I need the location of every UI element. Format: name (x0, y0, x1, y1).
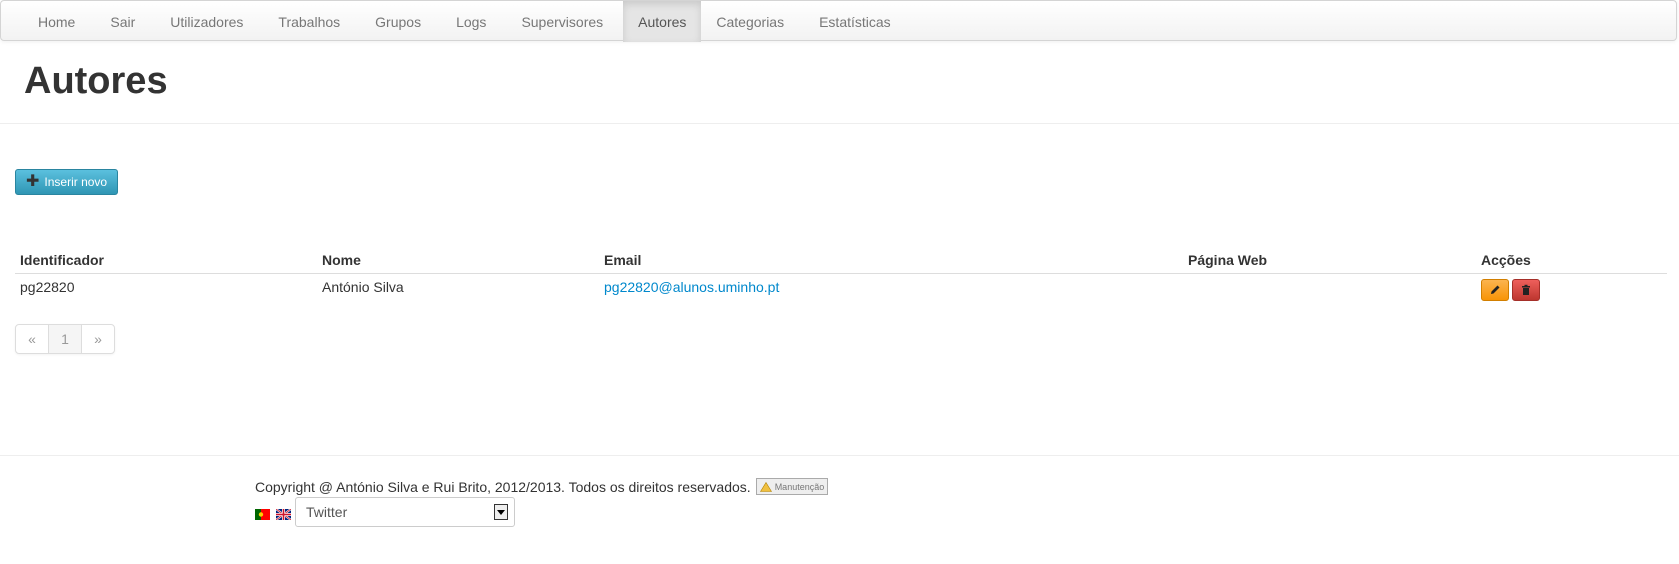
flag-uk-icon[interactable] (276, 509, 291, 520)
column-header-identificador: Identificador (15, 247, 317, 274)
nav-menu: Home Sair Utilizadores Trabalhos Grupos … (23, 1, 911, 42)
email-link[interactable]: pg22820@alunos.uminho.pt (604, 279, 779, 295)
chevron-down-icon[interactable] (494, 504, 508, 520)
page-title: Autores (24, 60, 168, 102)
cell-pagina-web (1183, 274, 1476, 307)
nav-item-autores[interactable]: Autores (623, 1, 702, 42)
nav-item-utilizadores[interactable]: Utilizadores (155, 1, 263, 42)
delete-button[interactable] (1512, 279, 1540, 301)
flag-pt-icon[interactable] (255, 509, 270, 520)
insert-new-label: Inserir novo (44, 175, 108, 189)
nav-item-home[interactable]: Home (23, 1, 95, 42)
column-header-pagina-web: Página Web (1183, 247, 1476, 274)
copyright-text: Copyright @ António Silva e Rui Brito, 2… (255, 478, 751, 495)
nav-item-trabalhos[interactable]: Trabalhos (263, 1, 360, 42)
maintenance-badge[interactable]: Manutenção (755, 478, 829, 495)
cell-email: pg22820@alunos.uminho.pt (599, 274, 1183, 307)
pagination-page-1[interactable]: 1 (49, 325, 82, 353)
nav-item-sair[interactable]: Sair (95, 1, 155, 42)
social-select-value: Twitter (306, 504, 348, 520)
nav-item-categorias[interactable]: Categorias (701, 1, 804, 42)
nav-item-grupos[interactable]: Grupos (360, 1, 441, 42)
pagination: « 1 » (15, 324, 115, 354)
nav-item-supervisores[interactable]: Supervisores (506, 1, 623, 42)
social-select[interactable]: Twitter (295, 497, 515, 527)
edit-button[interactable] (1481, 279, 1509, 301)
column-header-accoes: Acções (1476, 247, 1667, 274)
cell-accoes (1476, 274, 1667, 307)
footer-copyright: Copyright @ António Silva e Rui Brito, 2… (255, 478, 829, 495)
pencil-icon (1491, 285, 1500, 294)
table-header-row: Identificador Nome Email Página Web Acçõ… (15, 247, 1667, 274)
maintenance-label: Manutenção (774, 481, 825, 492)
nav-item-logs[interactable]: Logs (441, 1, 506, 42)
trash-icon (1522, 284, 1530, 295)
column-header-email: Email (599, 247, 1183, 274)
footer-divider (0, 455, 1679, 456)
column-header-nome: Nome (317, 247, 599, 274)
authors-table: Identificador Nome Email Página Web Acçõ… (15, 247, 1667, 306)
insert-new-button[interactable]: ✚ Inserir novo (15, 169, 118, 195)
cell-identificador: pg22820 (20, 279, 75, 295)
language-flags (255, 509, 291, 520)
pagination-prev[interactable]: « (16, 325, 49, 353)
nav-item-estatisticas[interactable]: Estatísticas (804, 1, 911, 42)
warning-icon (759, 481, 772, 492)
table-row: pg22820 António Silva pg22820@alunos.umi… (15, 274, 1667, 307)
header-divider (0, 123, 1679, 124)
plus-icon: ✚ (26, 173, 40, 190)
cell-nome: António Silva (322, 279, 404, 295)
top-navbar: Home Sair Utilizadores Trabalhos Grupos … (0, 0, 1677, 42)
pagination-next[interactable]: » (82, 325, 114, 353)
